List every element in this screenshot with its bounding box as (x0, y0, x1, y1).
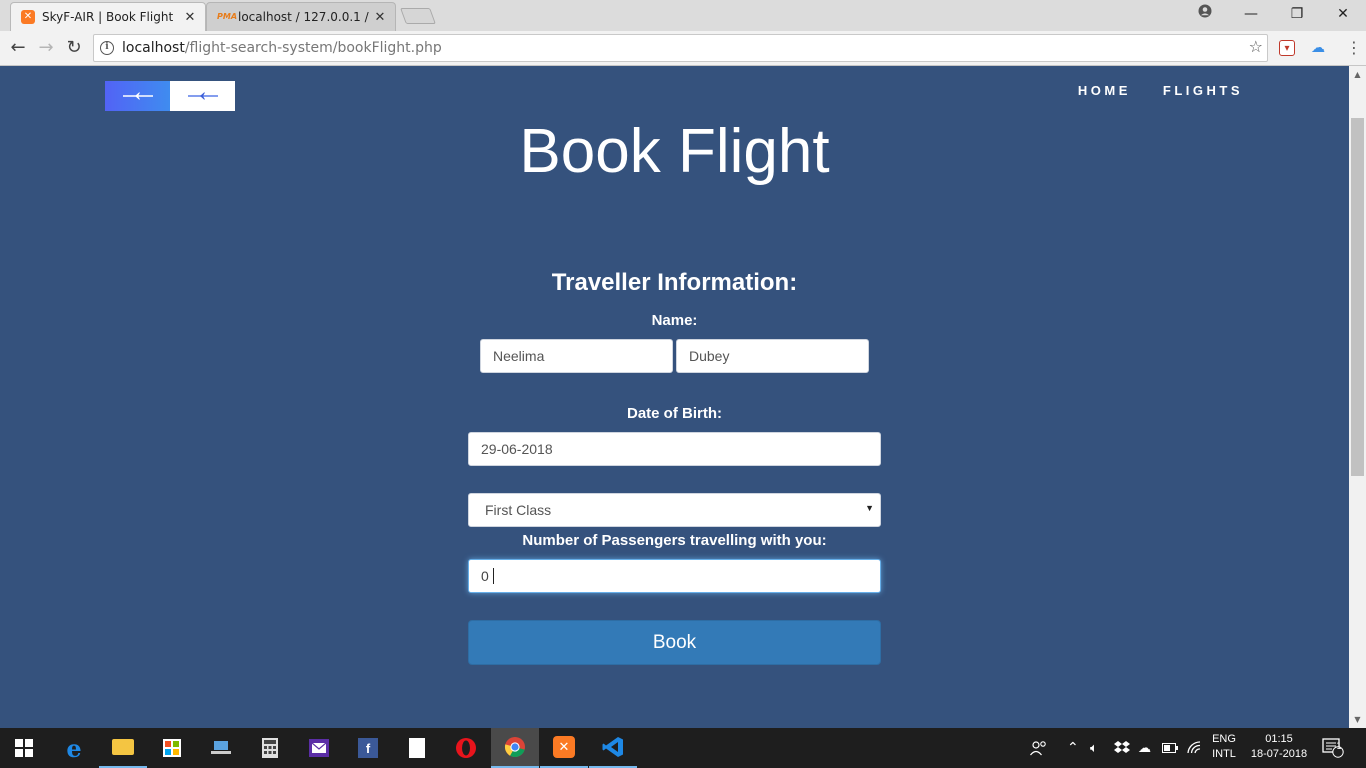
edge-icon: e (66, 733, 82, 763)
mail-icon (309, 739, 329, 757)
notification-count: 1 (1336, 742, 1342, 752)
plane-icon (123, 92, 153, 100)
chrome-icon (504, 736, 526, 758)
facebook-app[interactable]: f (344, 728, 392, 768)
xampp-icon: ✕ (21, 10, 35, 24)
calculator-icon (259, 737, 281, 759)
mail-app[interactable] (295, 728, 343, 768)
clock[interactable]: 01:15 18-07-2018 (1246, 732, 1312, 762)
vscode-icon (602, 736, 624, 758)
info-icon[interactable]: i (100, 41, 114, 55)
windows-logo-icon (15, 739, 33, 757)
onedrive-icon[interactable]: ☁ (1138, 728, 1151, 768)
show-hidden-icons-chevron-icon[interactable]: ⌃ (1067, 728, 1079, 768)
opera-app[interactable] (442, 728, 490, 768)
menu-kebab-icon[interactable]: ⋮ (1346, 39, 1362, 57)
tab-close-icon[interactable]: ✕ (371, 10, 389, 25)
document-icon (409, 738, 425, 758)
tab-title: localhost / 127.0.0.1 / flig (238, 10, 371, 24)
store-icon (163, 739, 181, 757)
windows-taskbar: e f ✕ ⌃ 🔈︎ ☁ ENG INTL 01:15 18-07-2018 1 (0, 728, 1366, 768)
dob-input[interactable]: 29-06-2018 (468, 432, 881, 466)
first-name-input[interactable]: Neelima (480, 339, 673, 373)
passengers-label: Number of Passengers travelling with you… (522, 532, 827, 549)
nav-home-link[interactable]: HOME (1078, 83, 1131, 98)
notepad-app[interactable] (393, 728, 441, 768)
close-window-button[interactable]: ✕ (1320, 0, 1366, 28)
extension-shield-icon[interactable]: ▾ (1279, 40, 1295, 56)
laptop-icon (210, 737, 232, 759)
xampp-taskbar-icon: ✕ (553, 736, 575, 758)
action-center-icon[interactable]: 1 (1322, 728, 1344, 768)
edge-app[interactable]: e (50, 728, 98, 768)
calculator-app[interactable] (246, 728, 294, 768)
back-arrow-icon[interactable]: ← (5, 35, 31, 61)
passengers-value: 0 (481, 568, 489, 584)
chrome-app[interactable] (491, 728, 539, 768)
dob-label: Date of Birth: (627, 405, 722, 422)
volume-icon[interactable]: 🔈︎ (1090, 728, 1098, 768)
nav-flights-link[interactable]: FLIGHTS (1163, 83, 1243, 98)
dropbox-icon[interactable] (1114, 728, 1130, 768)
scroll-up-arrow-icon[interactable]: ▲ (1349, 66, 1366, 83)
address-bar[interactable]: i localhost/flight-search-system/bookFli… (93, 34, 1268, 62)
cloud-extension-icon[interactable]: ☁ (1310, 40, 1326, 56)
new-tab-button[interactable] (400, 8, 436, 24)
last-name-input[interactable]: Dubey (676, 339, 869, 373)
browser-tab-strip: ✕ SkyF-AIR | Book Flight ✕ PMA localhost… (0, 0, 1366, 31)
passengers-input[interactable]: 0 (468, 559, 881, 593)
connect-app[interactable] (197, 728, 245, 768)
tab-phpmyadmin[interactable]: PMA localhost / 127.0.0.1 / flig ✕ (206, 2, 396, 31)
wifi-icon[interactable] (1187, 728, 1203, 768)
xampp-app[interactable]: ✕ (540, 728, 588, 768)
reload-icon[interactable]: ↻ (61, 35, 87, 61)
opera-icon (455, 737, 477, 759)
section-title: Traveller Information: (551, 269, 798, 296)
bookmark-star-icon[interactable]: ☆ (1249, 37, 1263, 56)
page-content: HOME FLIGHTS Book Flight Traveller Infor… (0, 66, 1349, 728)
file-explorer-app[interactable] (99, 728, 147, 768)
text-cursor (492, 568, 494, 584)
tab-book-flight[interactable]: ✕ SkyF-AIR | Book Flight ✕ (10, 2, 206, 31)
browser-toolbar: ← → ↻ i localhost/flight-search-system/b… (0, 31, 1366, 66)
facebook-icon: f (358, 738, 378, 758)
main-nav: HOME FLIGHTS (1078, 83, 1349, 98)
restore-button[interactable]: ❐ (1274, 0, 1320, 28)
people-icon[interactable] (1030, 728, 1048, 768)
store-app[interactable] (148, 728, 196, 768)
scroll-down-arrow-icon[interactable]: ▼ (1349, 711, 1366, 728)
site-logo[interactable] (105, 81, 235, 111)
plane-icon (188, 92, 218, 100)
class-select[interactable]: First Class ▼ (468, 493, 881, 527)
phpmyadmin-icon: PMA (217, 12, 238, 21)
page-title: Book Flight (519, 117, 830, 186)
folder-icon (112, 739, 134, 755)
tab-close-icon[interactable]: ✕ (181, 10, 199, 25)
tab-title: SkyF-AIR | Book Flight (42, 10, 174, 24)
vscode-app[interactable] (589, 728, 637, 768)
page-scrollbar[interactable]: ▲ ▼ (1349, 66, 1366, 728)
class-select-value: First Class (485, 502, 552, 518)
url-text[interactable]: localhost/flight-search-system/bookFligh… (122, 40, 442, 56)
scrollbar-thumb[interactable] (1351, 118, 1364, 476)
profile-icon[interactable] (1182, 0, 1228, 28)
minimize-button[interactable]: — (1228, 0, 1274, 28)
language-indicator[interactable]: ENG INTL (1207, 732, 1241, 762)
forward-arrow-icon[interactable]: → (33, 35, 59, 61)
start-button[interactable] (0, 728, 48, 768)
battery-icon[interactable] (1162, 728, 1178, 768)
book-button[interactable]: Book (468, 620, 881, 665)
dropdown-arrow-icon: ▼ (865, 503, 874, 513)
name-label: Name: (651, 312, 698, 329)
